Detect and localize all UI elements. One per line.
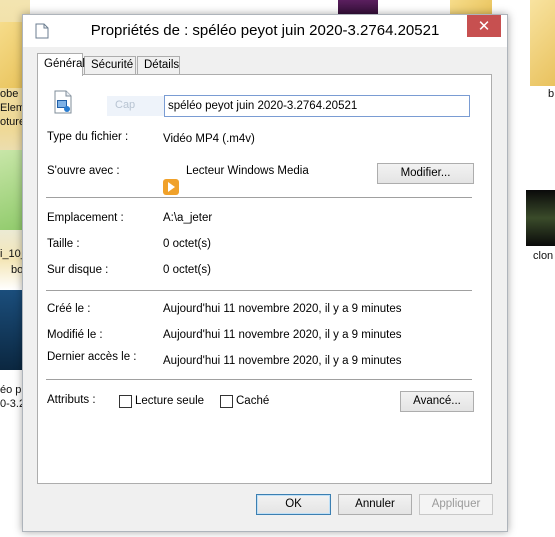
media-player-icon [163,179,179,195]
tab-general[interactable]: Général [37,53,85,76]
accessed-label: Dernier accès le : [47,351,137,363]
separator [46,290,472,291]
accessed-value: Aujourd'hui 11 novembre 2020, il y a 9 m… [163,355,402,367]
attributes-label: Attributs : [47,394,96,406]
tab-details[interactable]: Détails [137,56,180,75]
close-button[interactable]: ✕ [467,15,501,37]
modified-value: Aujourd'hui 11 novembre 2020, il y a 9 m… [163,329,402,341]
on-disk-label: Sur disque : [47,264,109,276]
on-disk-value: 0 octet(s) [163,264,211,276]
filename-input[interactable] [164,95,470,117]
desktop-video-thumbnail[interactable] [526,190,555,246]
apply-button[interactable]: Appliquer [419,494,493,515]
size-value: 0 octet(s) [163,238,211,250]
hidden-label: Caché [236,395,270,407]
video-file-icon [54,90,72,114]
created-value: Aujourd'hui 11 novembre 2020, il y a 9 m… [163,303,402,315]
ghost-caption-text: Cap [107,96,167,116]
window-title: Propriétés de : spéléo peyot juin 2020-3… [90,22,440,39]
size-label: Taille : [47,238,80,250]
general-panel: Cap Type du fichier : Vidéo MP4 (.m4v) S… [37,74,492,484]
desktop-label: clon [533,250,554,262]
separator [46,379,472,380]
desktop-folder-icon[interactable] [530,0,555,86]
location-value: A:\a_jeter [163,212,213,224]
created-label: Créé le : [47,303,91,315]
readonly-label: Lecture seule [135,395,205,407]
modified-label: Modifié le : [47,329,103,341]
advanced-button[interactable]: Avancé... [400,391,474,412]
readonly-checkbox[interactable] [119,395,132,408]
separator [46,197,472,198]
tab-security[interactable]: Sécurité [84,56,136,75]
cancel-button[interactable]: Annuler [338,494,412,515]
ok-button[interactable]: OK [256,494,331,515]
file-type-value: Vidéo MP4 (.m4v) [163,133,255,145]
desktop-label: b [548,88,555,100]
hidden-checkbox[interactable] [220,395,233,408]
file-type-label: Type du fichier : [47,131,129,143]
close-icon: ✕ [477,17,491,35]
change-button[interactable]: Modifier... [377,163,474,184]
opens-with-label: S'ouvre avec : [47,165,120,177]
properties-dialog: Propriétés de : spéléo peyot juin 2020-3… [22,14,508,532]
opens-with-value: Lecteur Windows Media [186,165,309,177]
location-label: Emplacement : [47,212,124,224]
title-bar[interactable]: Propriétés de : spéléo peyot juin 2020-3… [23,15,507,47]
